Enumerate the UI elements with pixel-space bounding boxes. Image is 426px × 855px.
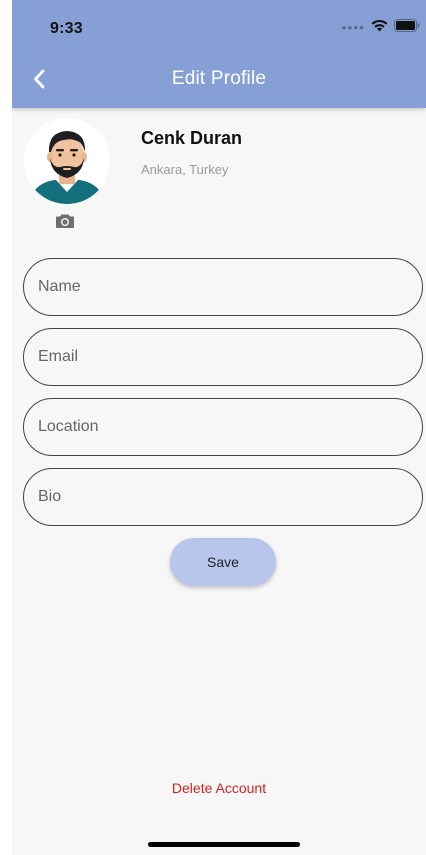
camera-icon <box>56 214 74 228</box>
avatar-man-beard-icon <box>24 118 110 204</box>
profile-location: Ankara, Turkey <box>141 162 229 177</box>
name-field[interactable] <box>23 258 423 316</box>
profile-name: Cenk Duran <box>141 128 243 148</box>
edit-profile-screen: 9:33 ●●●● Edit Profile Cenk Duran Ankara… <box>12 0 426 855</box>
avatar[interactable] <box>24 118 110 204</box>
status-time: 9:33 <box>50 20 83 37</box>
email-field[interactable] <box>23 328 423 386</box>
home-indicator[interactable] <box>148 842 300 847</box>
status-icons: ●●●● <box>341 19 420 37</box>
location-field[interactable] <box>23 398 423 456</box>
delete-account-link[interactable]: Delete Account <box>12 780 426 796</box>
bio-field[interactable] <box>23 468 423 526</box>
save-button[interactable]: Save <box>170 538 276 586</box>
cellular-signal-icon: ●●●● <box>341 23 365 32</box>
app-header: 9:33 ●●●● Edit Profile <box>12 0 426 108</box>
wifi-icon <box>371 19 388 37</box>
page-title: Edit Profile <box>171 68 267 89</box>
change-photo-button[interactable] <box>53 210 77 232</box>
battery-icon <box>394 19 420 37</box>
